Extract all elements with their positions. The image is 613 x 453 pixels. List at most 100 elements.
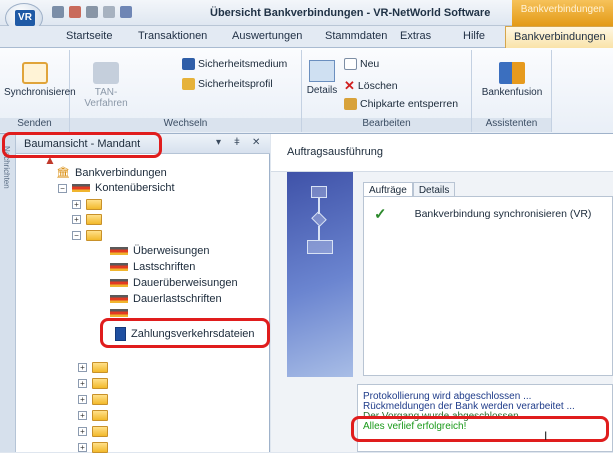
- print-icon[interactable]: [86, 6, 98, 18]
- expand-icon[interactable]: +: [78, 379, 87, 388]
- neu-button[interactable]: Neu: [344, 58, 379, 70]
- details-button[interactable]: Details: [304, 60, 340, 96]
- accounts-icon: [72, 184, 90, 192]
- tan-verfahren-label: TAN-Verfahren: [84, 87, 128, 109]
- folder-icon: [92, 426, 108, 437]
- wizard-banner: [287, 172, 353, 377]
- tab-transaktionen[interactable]: Transaktionen: [138, 30, 207, 42]
- folder-icon: [92, 394, 108, 405]
- preview-icon[interactable]: [103, 6, 115, 18]
- expand-icon[interactable]: +: [78, 411, 87, 420]
- transfer-icon[interactable]: [69, 6, 81, 18]
- tree-node-folder[interactable]: +: [78, 426, 108, 437]
- document-icon[interactable]: [120, 6, 132, 18]
- tab-auswertungen[interactable]: Auswertungen: [232, 30, 302, 42]
- expand-icon[interactable]: +: [78, 443, 87, 452]
- tree-node-hidden[interactable]: [110, 309, 128, 317]
- bankenfusion-button[interactable]: Bankenfusion: [478, 62, 546, 98]
- ribbon: Synchronisieren Senden TAN-Verfahren Sic…: [0, 48, 613, 134]
- execution-pane: Auftragsausführung Aufträge Details ✓ Ba…: [271, 134, 613, 452]
- synchronisieren-button[interactable]: Synchronisieren: [4, 62, 76, 98]
- tree-label-lastschriften: Lastschriften: [133, 261, 196, 273]
- group-assistenten: Bankenfusion Assistenten: [472, 50, 552, 132]
- highlight-oval-success: [351, 416, 609, 442]
- tree-node-kontenuebersicht[interactable]: − Kontenübersicht: [58, 182, 175, 194]
- tree-label-kontenuebersicht: Kontenübersicht: [95, 182, 175, 194]
- sicherheitsmedium-label: Sicherheitsmedium: [198, 58, 288, 70]
- details-icon: [309, 60, 335, 82]
- tree-node-folder[interactable]: +: [78, 394, 108, 405]
- chipkarte-button[interactable]: Chipkarte entsperren: [344, 98, 458, 110]
- contextual-tab-header: Bankverbindungen: [512, 0, 613, 26]
- folder-icon: [86, 199, 102, 210]
- expand-icon[interactable]: +: [78, 427, 87, 436]
- side-tab-strip: Nachrichten: [0, 134, 16, 452]
- sicherheitsmedium-button[interactable]: Sicherheitsmedium: [182, 58, 287, 70]
- new-document-icon: [344, 58, 357, 70]
- tab-extras[interactable]: Extras: [400, 30, 431, 42]
- folder-icon: [92, 362, 108, 373]
- security-profile-icon: [182, 78, 195, 90]
- group-bearbeiten: Details Neu ✕ Löschen Chipkarte entsperr…: [302, 50, 472, 132]
- flowchart-icon: [303, 186, 337, 256]
- ribbon-tab-bar: Startseite Transaktionen Auswertungen St…: [0, 26, 613, 49]
- tree-node-folder[interactable]: +: [78, 442, 108, 453]
- tree-label-dauerlastschriften: Dauerlastschriften: [133, 293, 222, 305]
- tree-view: ▲ 🏛 Bankverbindungen − Kontenübersicht +…: [16, 153, 270, 453]
- expand-icon[interactable]: +: [72, 200, 81, 209]
- pane-dropdown-icon[interactable]: ▾: [216, 137, 221, 148]
- group-label-senden: Senden: [0, 118, 69, 132]
- folder-icon: [86, 230, 102, 241]
- direct-debit-icon: [110, 263, 128, 271]
- job-row[interactable]: ✓ Bankverbindung synchronisieren (VR): [374, 205, 591, 223]
- collapse-icon[interactable]: −: [72, 231, 81, 240]
- success-check-icon: ✓: [374, 206, 387, 223]
- job-text: Bankverbindung synchronisieren (VR): [414, 208, 592, 220]
- tab-bankverbindungen[interactable]: Bankverbindungen: [505, 26, 613, 49]
- tab-stammdaten[interactable]: Stammdaten: [325, 30, 387, 42]
- tree-node-folder[interactable]: +: [78, 362, 108, 373]
- bank-icon: 🏛: [56, 167, 70, 179]
- expand-icon[interactable]: +: [78, 395, 87, 404]
- tab-hilfe[interactable]: Hilfe: [463, 30, 485, 42]
- tree-node-folder[interactable]: +: [72, 214, 102, 225]
- tree-node-folder[interactable]: +: [78, 410, 108, 421]
- expand-icon[interactable]: +: [78, 363, 87, 372]
- sicherheitsprofil-button[interactable]: Sicherheitsprofil: [182, 78, 273, 90]
- tree-node-bankverbindungen[interactable]: 🏛 Bankverbindungen: [56, 167, 167, 179]
- tree-node-dauerueberweisungen[interactable]: Dauerüberweisungen: [110, 277, 238, 289]
- pane-pin-icon[interactable]: ǂ: [234, 137, 240, 148]
- collapse-icon[interactable]: −: [58, 183, 67, 193]
- tree-node-lastschriften[interactable]: Lastschriften: [110, 261, 195, 273]
- tree-node-folder[interactable]: +: [72, 199, 102, 210]
- tree-node-mandant[interactable]: ▲: [44, 153, 56, 167]
- folder-icon: [92, 410, 108, 421]
- tan-device-icon: [93, 62, 119, 84]
- group-label-wechseln: Wechseln: [70, 118, 301, 132]
- chipcard-icon: [344, 98, 357, 110]
- sicherheitsprofil-label: Sicherheitsprofil: [198, 78, 273, 90]
- tree-label-dauerueberweisungen: Dauerüberweisungen: [133, 277, 238, 289]
- recurring-debit-icon: [110, 295, 128, 303]
- expand-icon[interactable]: +: [72, 215, 81, 224]
- pane-close-icon[interactable]: ✕: [252, 137, 260, 148]
- loeschen-button[interactable]: ✕ Löschen: [344, 78, 398, 94]
- tree-node-folder[interactable]: +: [78, 378, 108, 389]
- tan-verfahren-button[interactable]: TAN-Verfahren: [74, 62, 138, 109]
- folder-icon: [92, 378, 108, 389]
- mandant-icon: ▲: [44, 153, 56, 167]
- item-icon: [110, 309, 128, 317]
- tab-startseite[interactable]: Startseite: [66, 30, 112, 42]
- bankenfusion-label: Bankenfusion: [481, 87, 543, 98]
- details-label: Details: [306, 85, 338, 96]
- user-icon[interactable]: [52, 6, 64, 18]
- job-list: ✓ Bankverbindung synchronisieren (VR): [363, 196, 613, 376]
- tree-node-dauerlastschriften[interactable]: Dauerlastschriften: [110, 293, 222, 305]
- folder-icon: [92, 442, 108, 453]
- vr-logo-icon: VR: [15, 10, 35, 26]
- standing-order-icon: [110, 279, 128, 287]
- tree-node-folder[interactable]: −: [72, 230, 102, 241]
- group-label-assistenten: Assistenten: [472, 118, 551, 132]
- tree-node-ueberweisungen[interactable]: Überweisungen: [110, 245, 209, 257]
- tree-pane: Nachrichten Baumansicht - Mandant ▾ ǂ ✕ …: [0, 132, 270, 453]
